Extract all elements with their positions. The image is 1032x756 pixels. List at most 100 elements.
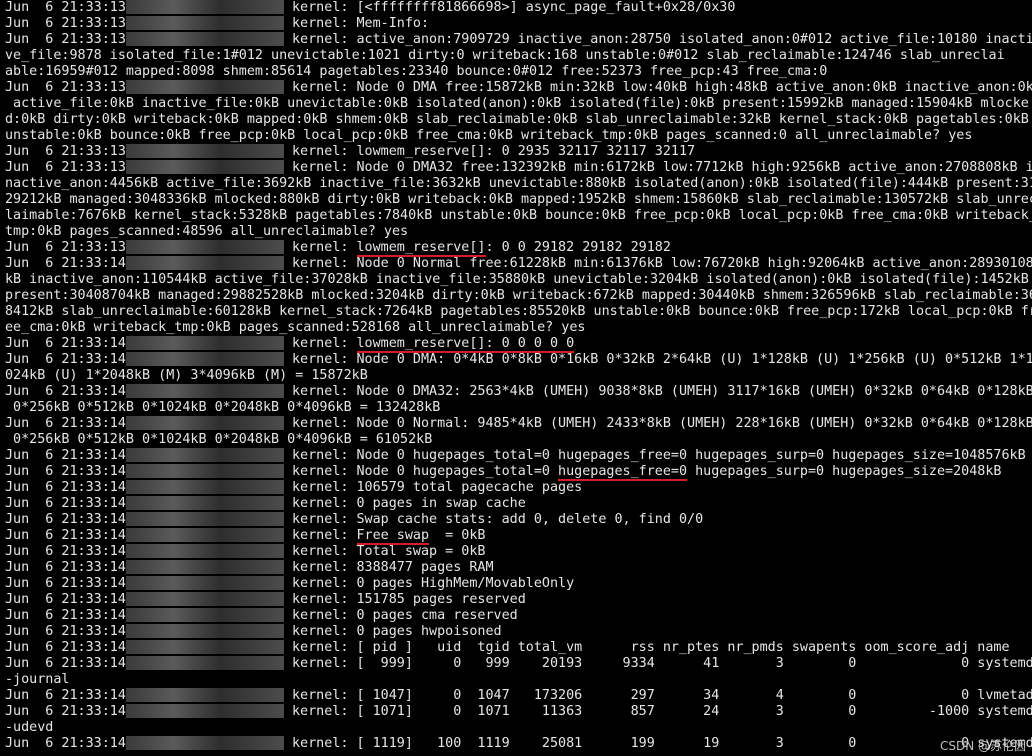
redacted-hostname bbox=[125, 480, 284, 494]
redacted-hostname bbox=[125, 640, 284, 654]
log-message: kernel: Swap cache stats: add 0, delete … bbox=[283, 512, 704, 527]
log-prefix: 0*256kB 0*512kB 0*1024kB 0*2048kB 0*4096… bbox=[5, 432, 433, 447]
log-line: Jun 6 21:33:14 kernel: 0 pages hwpoisone… bbox=[5, 624, 1032, 640]
log-message: kernel: [ 1047] 0 1047 173206 297 34 4 0… bbox=[283, 688, 1032, 703]
log-prefix: laimable:7676kB kernel_stack:5328kB page… bbox=[5, 208, 1032, 223]
highlight-underline: lowmem_reserve[]: 0 0 0 0 0 bbox=[356, 336, 575, 353]
redacted-hostname bbox=[125, 528, 284, 542]
log-line: nactive_anon:4456kB active_file:3692kB i… bbox=[5, 176, 1032, 192]
log-message: kernel: [ 999] 0 999 20193 9334 41 3 0 0… bbox=[283, 656, 1032, 671]
log-prefix: 0*256kB 0*512kB 0*1024kB 0*2048kB 0*4096… bbox=[5, 400, 441, 415]
log-line: ve_file:9878 isolated_file:1#012 unevict… bbox=[5, 48, 1032, 64]
log-prefix: kB inactive_anon:110544kB active_file:37… bbox=[5, 272, 1029, 287]
log-line: Jun 6 21:33:14 kernel: 0 pages in swap c… bbox=[5, 496, 1032, 512]
log-line: 8412kB slab_unreclaimable:60128kB kernel… bbox=[5, 304, 1032, 320]
log-line: Jun 6 21:33:14 kernel: 106579 total page… bbox=[5, 480, 1032, 496]
highlight-underline: hugepages_free=0 bbox=[558, 464, 688, 481]
log-line: Jun 6 21:33:14 kernel: Total swap = 0kB bbox=[5, 544, 1032, 560]
redacted-hostname bbox=[125, 384, 284, 398]
log-line: Jun 6 21:33:13 kernel: lowmem_reserve[]:… bbox=[5, 240, 1032, 257]
terminal-output[interactable]: Jun 6 21:33:13 kernel: [<ffffffff8186669… bbox=[0, 0, 1032, 756]
log-message: kernel: Node 0 Normal free:61228kB min:6… bbox=[283, 256, 1032, 271]
log-line: unstable:0kB bounce:0kB free_pcp:0kB loc… bbox=[5, 128, 1032, 144]
redacted-hostname bbox=[125, 0, 284, 14]
log-line: Jun 6 21:33:14 kernel: Node 0 DMA32: 256… bbox=[5, 384, 1032, 400]
redacted-hostname bbox=[125, 544, 284, 558]
redacted-hostname bbox=[125, 688, 284, 702]
log-prefix: ve_file:9878 isolated_file:1#012 unevict… bbox=[5, 48, 1005, 63]
log-message: kernel: [ 1119] 100 1119 25081 199 19 3 … bbox=[283, 736, 1032, 751]
log-prefix: Jun 6 21:33:14 bbox=[5, 736, 126, 751]
redacted-hostname bbox=[125, 240, 284, 254]
redacted-hostname bbox=[125, 704, 284, 718]
log-message: kernel: lowmem_reserve[]: 0 0 0 0 0 bbox=[283, 336, 575, 353]
log-prefix: Jun 6 21:33:13 bbox=[5, 144, 126, 159]
log-message: kernel: Node 0 hugepages_total=0 hugepag… bbox=[283, 448, 1026, 463]
log-prefix: Jun 6 21:33:14 bbox=[5, 656, 126, 671]
log-prefix: unstable:0kB bounce:0kB free_pcp:0kB loc… bbox=[5, 128, 973, 143]
log-message: kernel: Node 0 DMA32 free:132392kB min:6… bbox=[283, 160, 1032, 175]
redacted-hostname bbox=[125, 576, 284, 590]
log-line: Jun 6 21:33:13 kernel: Node 0 DMA32 free… bbox=[5, 160, 1032, 176]
log-line: 0*256kB 0*512kB 0*1024kB 0*2048kB 0*4096… bbox=[5, 432, 1032, 448]
log-line: present:30408704kB managed:29882528kB ml… bbox=[5, 288, 1032, 304]
log-line: Jun 6 21:33:13 kernel: lowmem_reserve[]:… bbox=[5, 144, 1032, 160]
redacted-hostname bbox=[125, 144, 284, 158]
redacted-hostname bbox=[125, 624, 284, 638]
redacted-hostname bbox=[125, 32, 284, 46]
log-message: kernel: Node 0 DMA: 0*4kB 0*8kB 0*16kB 0… bbox=[283, 352, 1032, 367]
log-line: ee_cma:0kB writeback_tmp:0kB pages_scann… bbox=[5, 320, 1032, 336]
log-prefix: -udevd bbox=[5, 720, 54, 735]
redacted-hostname bbox=[125, 256, 284, 270]
log-prefix: 29212kB managed:3048336kB mlocked:880kB … bbox=[5, 192, 1032, 207]
log-message: kernel: Total swap = 0kB bbox=[283, 544, 486, 559]
log-message: kernel: [ pid ] uid tgid total_vm rss nr… bbox=[283, 640, 1010, 655]
log-message: kernel: 8388477 pages RAM bbox=[283, 560, 494, 575]
log-message: kernel: lowmem_reserve[]: 0 0 29182 2918… bbox=[283, 240, 671, 257]
redacted-hostname bbox=[125, 592, 284, 606]
log-line: Jun 6 21:33:14 kernel: Node 0 hugepages_… bbox=[5, 464, 1032, 481]
log-line: Jun 6 21:33:14 kernel: [ pid ] uid tgid … bbox=[5, 640, 1032, 656]
log-line: Jun 6 21:33:14 kernel: Node 0 DMA: 0*4kB… bbox=[5, 352, 1032, 368]
redacted-hostname bbox=[125, 80, 284, 94]
log-prefix: -journal bbox=[5, 672, 70, 687]
log-line: Jun 6 21:33:13 kernel: [<ffffffff8186669… bbox=[5, 0, 1032, 16]
log-prefix: present:30408704kB managed:29882528kB ml… bbox=[5, 288, 1032, 303]
log-prefix: Jun 6 21:33:14 bbox=[5, 544, 126, 559]
log-line: 0*256kB 0*512kB 0*1024kB 0*2048kB 0*4096… bbox=[5, 400, 1032, 416]
log-message: kernel: Node 0 hugepages_total=0 hugepag… bbox=[283, 464, 1002, 481]
redacted-hostname bbox=[125, 16, 284, 30]
log-line: Jun 6 21:33:13 kernel: active_anon:79097… bbox=[5, 32, 1032, 48]
log-prefix: Jun 6 21:33:14 bbox=[5, 256, 126, 271]
log-line: -journal bbox=[5, 672, 1032, 688]
log-prefix: ee_cma:0kB writeback_tmp:0kB pages_scann… bbox=[5, 320, 586, 335]
log-prefix: nactive_anon:4456kB active_file:3692kB i… bbox=[5, 176, 1032, 191]
log-prefix: Jun 6 21:33:13 bbox=[5, 80, 126, 95]
redacted-hostname bbox=[125, 464, 284, 478]
log-prefix: Jun 6 21:33:14 bbox=[5, 688, 126, 703]
log-prefix: Jun 6 21:33:14 bbox=[5, 512, 126, 527]
log-line: Jun 6 21:33:13 kernel: Mem-Info: bbox=[5, 16, 1032, 32]
log-prefix: d:0kB dirty:0kB writeback:0kB mapped:0kB… bbox=[5, 112, 1029, 127]
log-prefix: Jun 6 21:33:14 bbox=[5, 384, 126, 399]
log-prefix: tmp:0kB pages_scanned:48596 all_unreclai… bbox=[5, 224, 409, 239]
log-message: kernel: Node 0 Normal: 9485*4kB (UMEH) 2… bbox=[283, 416, 1032, 431]
redacted-hostname bbox=[125, 448, 284, 462]
log-prefix: Jun 6 21:33:13 bbox=[5, 0, 126, 15]
log-prefix: Jun 6 21:33:14 bbox=[5, 416, 126, 431]
log-prefix: Jun 6 21:33:14 bbox=[5, 352, 126, 367]
log-line: Jun 6 21:33:14 kernel: [ 999] 0 999 2019… bbox=[5, 656, 1032, 672]
log-line: Jun 6 21:33:13 kernel: Node 0 DMA free:1… bbox=[5, 80, 1032, 96]
log-message: kernel: Node 0 DMA32: 2563*4kB (UMEH) 90… bbox=[283, 384, 1032, 399]
log-line: Jun 6 21:33:14 kernel: 151785 pages rese… bbox=[5, 592, 1032, 608]
log-prefix: Jun 6 21:33:14 bbox=[5, 560, 126, 575]
log-message: kernel: 151785 pages reserved bbox=[283, 592, 526, 607]
log-prefix: able:16959#012 mapped:8098 shmem:85614 p… bbox=[5, 64, 828, 79]
log-message: kernel: 0 pages hwpoisoned bbox=[283, 624, 502, 639]
log-message: kernel: active_anon:7909729 inactive_ano… bbox=[283, 32, 1032, 47]
log-prefix: Jun 6 21:33:13 bbox=[5, 240, 126, 255]
log-line: able:16959#012 mapped:8098 shmem:85614 p… bbox=[5, 64, 1032, 80]
log-prefix: 8412kB slab_unreclaimable:60128kB kernel… bbox=[5, 304, 1032, 319]
log-line: Jun 6 21:33:14 kernel: [ 1119] 100 1119 … bbox=[5, 736, 1032, 752]
redacted-hostname bbox=[125, 336, 284, 350]
